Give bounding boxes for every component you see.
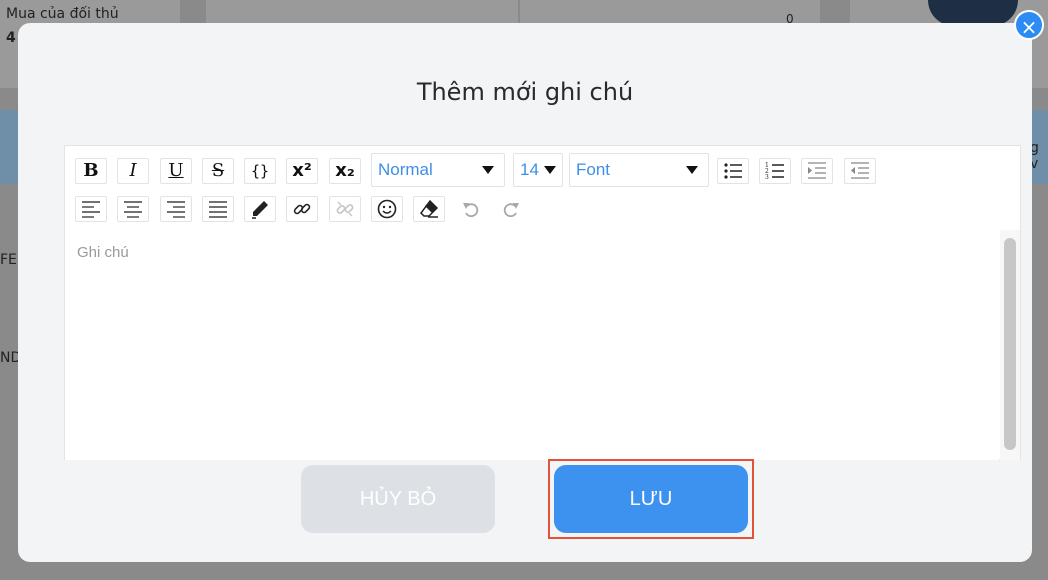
align-justify-button[interactable] (202, 196, 234, 222)
align-right-button[interactable] (160, 196, 192, 222)
outdent-button[interactable] (844, 158, 876, 184)
modal-title: Thêm mới ghi chú (416, 78, 634, 106)
indent-icon (808, 162, 826, 179)
chevron-down-icon (482, 166, 494, 174)
link-button[interactable] (286, 196, 318, 222)
bullet-list-button[interactable] (717, 158, 749, 184)
bold-button[interactable]: B (75, 158, 107, 184)
pen-icon (252, 201, 268, 219)
bg-side-text: FE (0, 252, 17, 268)
undo-icon (463, 203, 479, 218)
style-select[interactable]: Normal (371, 153, 505, 187)
unlink-icon (336, 201, 354, 217)
rich-text-editor: B I U S {} x² x₂ Normal 14 Font 1 2 3 Gh… (64, 145, 1021, 460)
close-icon[interactable]: × (1014, 10, 1044, 40)
align-justify-icon (209, 201, 227, 218)
bg-card-value: 4 (6, 30, 16, 46)
editor-toolbar: B I U S {} x² x₂ Normal 14 Font 1 2 3 (65, 146, 1020, 230)
svg-text:3: 3 (765, 174, 769, 181)
superscript-button[interactable]: x² (286, 158, 318, 184)
save-button[interactable]: LƯU (554, 465, 748, 533)
align-center-button[interactable] (117, 196, 149, 222)
link-icon (293, 203, 311, 215)
align-center-icon (124, 201, 142, 218)
redo-button[interactable] (495, 196, 527, 222)
unlink-button[interactable] (329, 196, 361, 222)
note-modal: Thêm mới ghi chú B I U S {} x² x₂ Normal… (18, 23, 1032, 562)
outdent-icon (851, 162, 869, 179)
align-left-button[interactable] (75, 196, 107, 222)
smiley-icon (377, 199, 397, 219)
code-block-button[interactable]: {} (244, 158, 276, 184)
numbered-list-button[interactable]: 123 (759, 158, 791, 184)
style-select-value: Normal (378, 160, 433, 179)
underline-button[interactable]: U (160, 158, 192, 184)
size-select[interactable]: 14 (513, 153, 563, 187)
font-select[interactable]: Font (569, 153, 709, 187)
chevron-down-icon (544, 166, 556, 174)
editor-scrollbar[interactable] (1000, 230, 1020, 460)
bullet-list-icon (724, 163, 742, 179)
subscript-button[interactable]: x₂ (329, 158, 361, 184)
clear-format-button[interactable] (413, 196, 445, 222)
eraser-icon (420, 199, 439, 218)
cancel-button[interactable]: HỦY BỎ (301, 465, 495, 533)
bg-side-text-right: g v (1030, 140, 1039, 172)
indent-button[interactable] (801, 158, 833, 184)
font-select-value: Font (576, 160, 611, 179)
highlight-pen-button[interactable] (244, 196, 276, 222)
note-placeholder: Ghi chú (77, 244, 129, 261)
numbered-list-icon: 123 (765, 162, 784, 181)
size-select-value: 14 (520, 160, 539, 179)
italic-button[interactable]: I (117, 158, 149, 184)
note-content-area[interactable]: Ghi chú (65, 230, 999, 460)
redo-icon (503, 203, 519, 218)
strikethrough-button[interactable]: S (202, 158, 234, 184)
chevron-down-icon (686, 166, 698, 174)
undo-button[interactable] (455, 196, 487, 222)
scrollbar-thumb[interactable] (1004, 238, 1016, 450)
bg-card-title: Mua của đối thủ (6, 6, 119, 22)
emoji-button[interactable] (371, 196, 403, 222)
align-left-icon (82, 201, 100, 218)
align-right-icon (167, 201, 185, 218)
